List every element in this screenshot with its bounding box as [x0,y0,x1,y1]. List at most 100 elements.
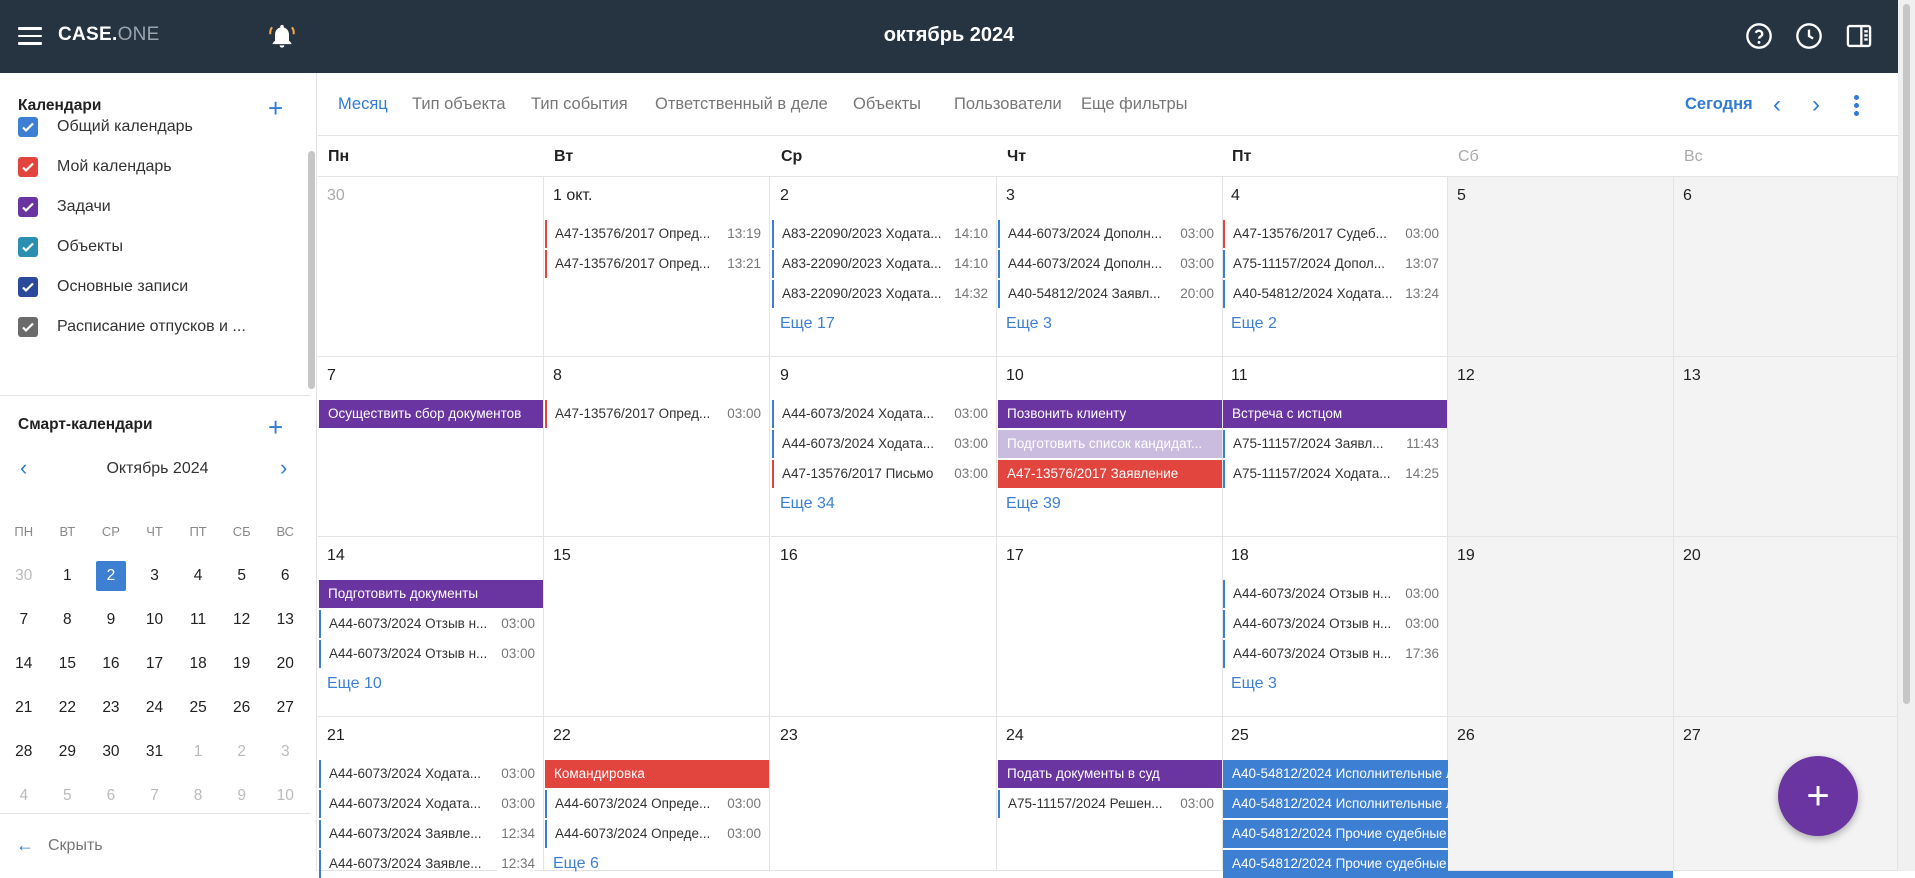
day-number[interactable]: 26 [1457,727,1475,745]
day-number[interactable]: 12 [1457,367,1475,385]
calendar-event[interactable]: Встреча с истцом [1223,400,1447,428]
day-cell[interactable]: 30 [318,177,544,357]
day-cell[interactable]: 15 [544,537,770,717]
calendar-event[interactable]: А44-6073/2024 Заявле... 12:34 [319,820,543,848]
more-events-link[interactable]: Еще 10 [327,675,382,693]
more-events-link[interactable]: Еще 17 [780,315,835,333]
day-cell[interactable]: 19 [1448,537,1674,717]
mini-day[interactable]: 14 [2,649,46,679]
help-icon[interactable] [1745,22,1773,50]
day-number[interactable]: 3 [1006,187,1015,205]
calendar-event[interactable]: Командировка [545,760,769,788]
calendar-event[interactable]: А40-54812/2024 Заявл... 20:00 [998,280,1222,308]
add-event-fab[interactable]: + [1778,756,1858,836]
day-number[interactable]: 16 [780,547,798,565]
mini-day[interactable]: 28 [2,737,46,767]
calendar-checkbox[interactable] [18,157,38,177]
day-cell[interactable]: 12 [1448,357,1674,537]
calendar-event[interactable]: А75-11157/2024 Заявл... 11:43 [1223,430,1447,458]
mini-day[interactable]: 18 [176,649,220,679]
hamburger-menu-icon[interactable] [18,27,42,45]
day-number[interactable]: 1 окт. [553,187,592,205]
mini-day[interactable]: 2 [96,561,126,591]
panel-toggle-icon[interactable] [1845,22,1873,50]
calendar-event[interactable]: А47-13576/2017 Опред... 03:00 [545,400,769,428]
calendar-event[interactable]: А40-54812/2024 Ходата... 13:24 [1223,280,1447,308]
mini-day[interactable]: 24 [133,693,177,723]
mini-day[interactable]: 17 [133,649,177,679]
calendar-event[interactable]: А83-22090/2023 Ходата... 14:10 [772,250,996,278]
mini-day[interactable]: 7 [133,781,177,811]
calendar-checkbox[interactable] [18,117,38,137]
more-events-link[interactable]: Еще 3 [1006,315,1052,333]
day-number[interactable]: 15 [553,547,571,565]
day-number[interactable]: 30 [327,187,345,205]
mini-day[interactable]: 9 [89,605,133,635]
calendar-checkbox[interactable] [18,277,38,297]
hide-sidebar-button[interactable]: ← Скрыть [16,835,103,856]
mini-day[interactable]: 3 [263,737,307,767]
calendar-event[interactable]: А44-6073/2024 Ходата... 03:00 [772,430,996,458]
filter-4[interactable]: Объекты [853,95,921,114]
mini-day[interactable]: 11 [176,605,220,635]
calendar-checkbox[interactable] [18,197,38,217]
day-cell[interactable]: 7 [318,357,544,537]
day-cell[interactable]: 5 [1448,177,1674,357]
mini-day[interactable]: 8 [46,605,90,635]
calendar-item[interactable]: Основные записи [18,273,298,301]
day-number[interactable]: 22 [553,727,571,745]
more-events-link[interactable]: Еще 6 [553,855,599,873]
mini-day[interactable]: 6 [263,561,307,591]
mini-day[interactable]: 15 [46,649,90,679]
day-number[interactable]: 13 [1683,367,1701,385]
calendar-event[interactable]: А44-6073/2024 Отзыв н... 03:00 [1223,610,1447,638]
mini-day[interactable]: 6 [89,781,133,811]
day-number[interactable]: 24 [1006,727,1024,745]
calendar-event[interactable]: А75-11157/2024 Ходата... 14:25 [1223,460,1447,488]
day-cell[interactable]: 20 [1674,537,1898,717]
day-number[interactable]: 25 [1231,727,1249,745]
calendar-event[interactable]: А83-22090/2023 Ходата... 14:32 [772,280,996,308]
day-cell[interactable]: 6 [1674,177,1898,357]
calendar-event[interactable]: А44-6073/2024 Ходата... 03:00 [772,400,996,428]
day-cell[interactable]: 23 [771,717,997,871]
calendar-event[interactable]: А44-6073/2024 Отзыв н... 03:00 [319,610,543,638]
day-number[interactable]: 5 [1457,187,1466,205]
calendar-event[interactable]: А83-22090/2023 Ходата... 14:10 [772,220,996,248]
mini-day[interactable]: 30 [89,737,133,767]
day-number[interactable]: 11 [1231,367,1248,385]
day-number[interactable]: 8 [553,367,562,385]
mini-day[interactable]: 16 [89,649,133,679]
calendar-event[interactable]: А44-6073/2024 Заявле... 12:34 [319,850,543,878]
calendar-event[interactable]: А47-13576/2017 Судеб... 03:00 [1223,220,1447,248]
calendar-event[interactable]: А44-6073/2024 Отзыв н... 03:00 [1223,580,1447,608]
mini-day[interactable]: 22 [46,693,90,723]
mini-day[interactable]: 31 [133,737,177,767]
app-logo[interactable]: CASE.ONE [58,24,160,46]
calendar-event[interactable]: А44-6073/2024 Опреде... 03:00 [545,820,769,848]
add-smart-calendar-button[interactable]: + [268,414,283,440]
day-cell[interactable]: 16 [771,537,997,717]
day-number[interactable]: 2 [780,187,789,205]
today-button[interactable]: Сегодня [1685,95,1753,114]
mini-day[interactable]: 3 [133,561,177,591]
day-cell[interactable]: 26 [1448,717,1674,871]
day-cell[interactable]: 17 [997,537,1223,717]
mini-prev-month-icon[interactable]: ‹ [20,455,27,481]
calendar-event[interactable]: А44-6073/2024 Отзыв н... 03:00 [319,640,543,668]
calendar-event[interactable]: А44-6073/2024 Опреде... 03:00 [545,790,769,818]
day-number[interactable]: 27 [1683,727,1701,745]
calendar-event[interactable]: А44-6073/2024 Отзыв н... 17:36 [1223,640,1447,668]
mini-day[interactable]: 2 [220,737,264,767]
notifications-bell-icon[interactable] [268,22,296,50]
calendar-event[interactable]: А47-13576/2017 Письмо 03:00 [772,460,996,488]
next-month-icon[interactable]: › [1812,91,1820,119]
day-number[interactable]: 14 [327,547,345,565]
more-events-link[interactable]: Еще 34 [780,495,835,513]
mini-day[interactable]: 7 [2,605,46,635]
calendar-event[interactable]: А47-13576/2017 Опред... 13:21 [545,250,769,278]
more-events-link[interactable]: Еще 3 [1231,675,1277,693]
day-number[interactable]: 18 [1231,547,1249,565]
mini-day[interactable]: 23 [89,693,133,723]
day-cell[interactable]: 8 [544,357,770,537]
